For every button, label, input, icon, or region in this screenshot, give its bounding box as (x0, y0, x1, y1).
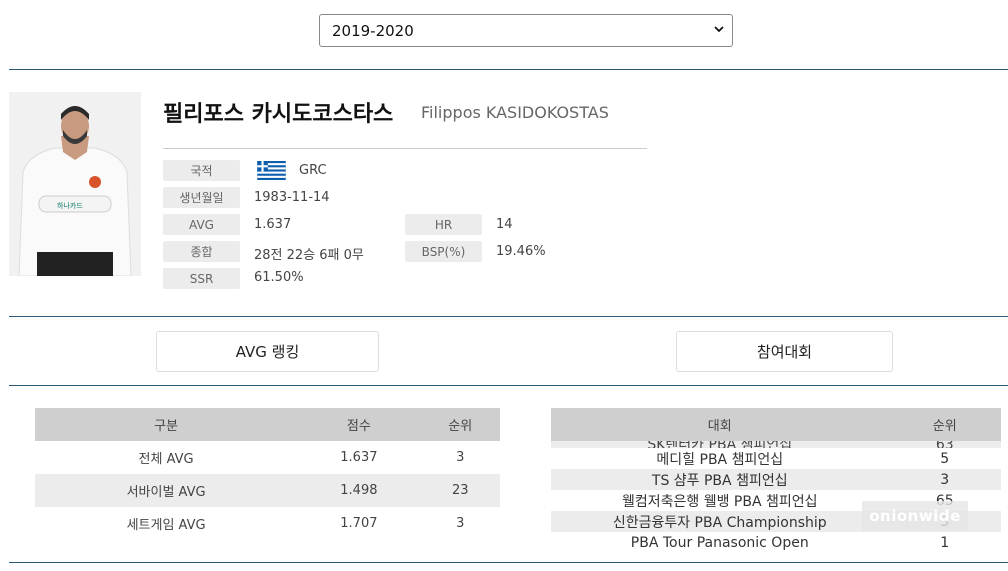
divider (9, 562, 1008, 563)
table-header-row: 대회 순위 (551, 408, 1001, 441)
table-cell: 1 (940, 534, 950, 551)
divider (163, 148, 647, 149)
table-cell: 5 (940, 450, 950, 467)
table-cell: TS 샴푸 PBA 챔피언십 (551, 469, 889, 490)
table-cell: 메디힐 PBA 챔피언십 (656, 451, 784, 468)
watermark-logo: onionwide (862, 501, 968, 531)
table-header-row: 구분 점수 순위 (35, 408, 500, 441)
birth-value: 1983-11-14 (254, 190, 330, 205)
divider (9, 385, 1008, 386)
table-cell: 신한금융투자 PBA Championship (551, 511, 889, 532)
column-header: 순위 (420, 408, 500, 441)
player-name-ko: 필리포스 카시도코스타스 (163, 102, 394, 127)
column-header: 점수 (297, 408, 421, 441)
season-select-value: 2019-2020 (332, 21, 414, 40)
table-cell: 1.498 (297, 474, 421, 507)
greece-flag-icon (257, 161, 286, 180)
table-cell: 세트게임 AVG (126, 518, 206, 533)
chevron-down-icon (714, 26, 724, 33)
tournament-table: 대회 순위 SK렌터카 PBA 챔피언십 63 메디힐 PBA 챔피언십 5 T… (551, 408, 1001, 553)
tab-tournaments[interactable]: 참여대회 (676, 331, 893, 372)
table-row: 전체 AVG 1.637 3 (35, 441, 500, 474)
divider (9, 316, 1008, 317)
table-cell: 웰컴저축은행 웰뱅 PBA 챔피언십 (621, 493, 818, 510)
table-row: 세트게임 AVG 1.707 3 (35, 507, 500, 540)
table-row: 서바이벌 AVG 1.498 23 (35, 474, 500, 507)
bsp-value: 19.46% (496, 244, 546, 259)
column-header: 순위 (888, 408, 1001, 441)
avg-value: 1.637 (254, 217, 292, 232)
svg-text:하나카드: 하나카드 (57, 201, 83, 210)
table-row: SK렌터카 PBA 챔피언십 63 (551, 441, 1001, 448)
avg-label: AVG (163, 214, 240, 235)
nationality-label: 국적 (163, 160, 240, 181)
table-cell: 23 (420, 474, 500, 507)
table-cell: 3 (456, 516, 465, 531)
table-cell: PBA Tour Panasonic Open (630, 534, 809, 551)
player-photo: 하나카드 (9, 92, 141, 276)
hr-value: 14 (496, 217, 513, 232)
tournament-table-scroll[interactable]: 대회 순위 SK렌터카 PBA 챔피언십 63 메디힐 PBA 챔피언십 5 T… (551, 408, 1001, 558)
birth-label: 생년월일 (163, 187, 240, 208)
divider (9, 69, 1008, 70)
table-row: TS 샴푸 PBA 챔피언십 3 (551, 469, 1001, 490)
hr-label: HR (405, 214, 482, 235)
table-cell: 1.637 (340, 450, 378, 465)
ssr-label: SSR (163, 268, 240, 289)
column-header: 대회 (551, 408, 889, 441)
table-cell: 3 (888, 469, 1001, 490)
table-cell: 63 (888, 441, 1001, 448)
record-value: 28전 22승 6패 0무 (254, 248, 364, 263)
season-select[interactable]: 2019-2020 (319, 14, 733, 47)
table-cell: 1.707 (340, 516, 378, 531)
tab-avg-ranking[interactable]: AVG 랭킹 (156, 331, 379, 372)
table-cell: 3 (456, 450, 465, 465)
table-cell: 서바이벌 AVG (35, 474, 298, 507)
record-label: 종합 (163, 241, 240, 262)
table-row: PBA Tour Panasonic Open 1 (551, 532, 1001, 553)
bsp-label: BSP(%) (405, 241, 482, 262)
column-header: 구분 (35, 408, 298, 441)
player-name-en: Filippos KASIDOKOSTAS (421, 103, 609, 122)
table-cell: SK렌터카 PBA 챔피언십 (551, 441, 889, 448)
table-cell: 전체 AVG (138, 452, 194, 467)
avg-ranking-table: 구분 점수 순위 전체 AVG 1.637 3 서바이벌 AVG 1.498 2… (35, 408, 500, 540)
table-row: 메디힐 PBA 챔피언십 5 (551, 448, 1001, 469)
ssr-value: 61.50% (254, 270, 304, 285)
nationality-value: GRC (299, 163, 327, 178)
